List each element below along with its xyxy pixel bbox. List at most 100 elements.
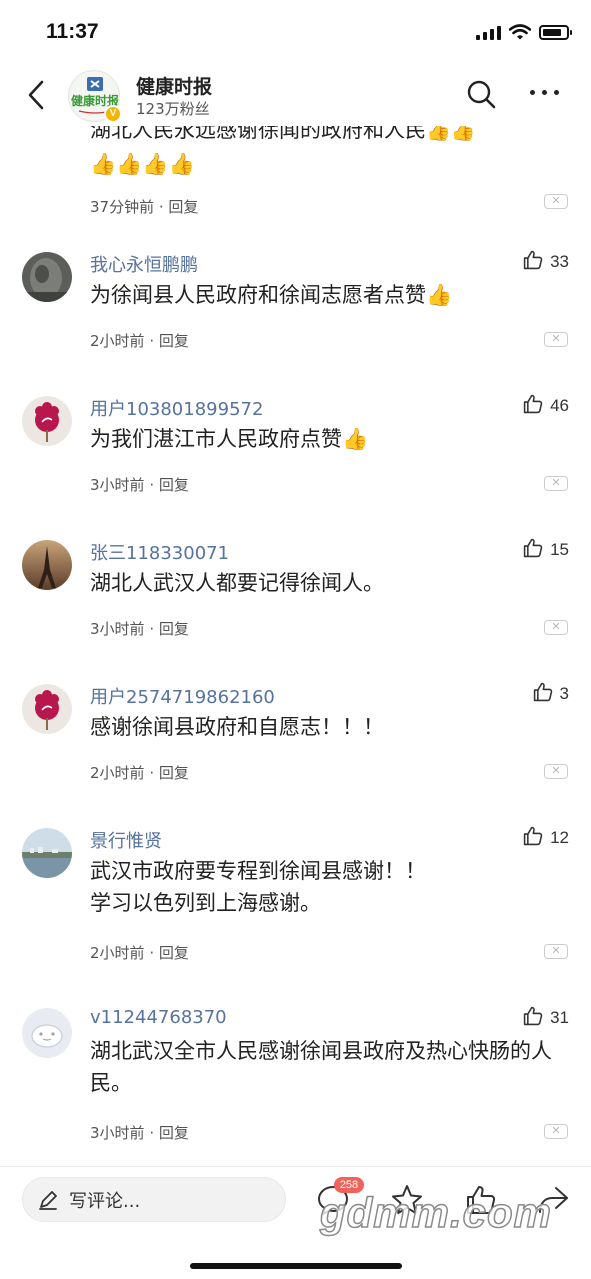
like-button[interactable]: 3 [532, 681, 569, 707]
verified-badge: V [104, 105, 122, 123]
user-avatar[interactable] [22, 684, 72, 734]
comment-time: 2小时前 [90, 764, 145, 782]
meta-separator: · [144, 476, 159, 494]
pencil-icon [39, 1190, 57, 1210]
user-avatar[interactable] [22, 540, 72, 590]
user-avatar[interactable] [22, 252, 72, 302]
like-count: 12 [550, 828, 569, 847]
user-avatar[interactable] [22, 1008, 72, 1058]
thumbs-up-icon [522, 1005, 544, 1031]
like-count: 46 [550, 396, 569, 415]
comment-input-placeholder: 写评论... [69, 1190, 141, 1212]
back-button[interactable] [22, 78, 52, 112]
home-indicator[interactable] [190, 1263, 402, 1269]
battery-icon [539, 24, 572, 40]
thumbs-up-icon [522, 249, 544, 275]
comment-input[interactable]: 写评论... [22, 1177, 286, 1222]
comment-time: 2小时前 [90, 332, 145, 350]
comment-text: 为我们湛江市人民政府点赞👍 [90, 427, 369, 451]
comment-time: 37分钟前 [90, 198, 155, 216]
meta-separator: · [154, 198, 169, 216]
comment-item: 我心永恒鹏鹏 33 为徐闻县人民政府和徐闻志愿者点赞👍 2小时前 · 回复 ✕ [0, 246, 591, 390]
status-time: 11:37 [46, 20, 99, 43]
wifi-icon [509, 24, 531, 40]
comment-username[interactable]: 用户2574719862160 [90, 683, 275, 709]
status-bar: 11:37 [0, 0, 591, 64]
comment-list: 湖北人民永远感谢徐闻的政府和人民👍👍 👍👍👍👍 37分钟前 · 回复 ✕ 我心永… [0, 126, 591, 1166]
comment-item: 张三118330071 15 湖北人武汉人都要记得徐闻人。 3小时前 · 回复 ✕ [0, 534, 591, 678]
search-icon[interactable] [466, 79, 496, 109]
dismiss-icon[interactable]: ✕ [544, 194, 568, 209]
user-avatar[interactable] [22, 828, 72, 878]
comment-text: 湖北武汉全市人民感谢徐闻县政府及热心快肠的人民。 [90, 1039, 552, 1095]
account-name[interactable]: 健康时报 [136, 72, 212, 99]
comment-username[interactable]: 我心永恒鹏鹏 [90, 251, 198, 277]
thumbs-up-icon [522, 393, 544, 419]
fans-count: 123万粉丝 [136, 100, 210, 118]
comment-meta: 3小时前 · 回复 [90, 618, 189, 639]
signal-icon [476, 25, 501, 40]
comment-item: 景行惟贤 12 武汉市政府要专程到徐闻县感谢！！ 学习以色列到上海感谢。 2小时前 ·… [0, 822, 591, 1002]
like-count: 15 [550, 540, 569, 559]
account-header: 健康时报 V 健康时报 123万粉丝 [0, 64, 591, 126]
comment-time: 2小时前 [90, 944, 145, 962]
reply-link[interactable]: 回复 [159, 476, 189, 494]
thumbs-up-icon [522, 825, 544, 851]
comment-meta: 3小时前 · 回复 [90, 1122, 189, 1143]
comment-time: 3小时前 [90, 620, 145, 638]
like-count: 3 [559, 684, 569, 703]
comment-item: 用户2574719862160 3 感谢徐闻县政府和自愿志！！！ 2小时前 · 回复 ✕ [0, 678, 591, 822]
comment-meta: 2小时前 · 回复 [90, 762, 189, 783]
meta-separator: · [144, 764, 159, 782]
like-button[interactable]: 46 [522, 393, 569, 419]
comment-text: 感谢徐闻县政府和自愿志！！！ [90, 715, 384, 739]
comment-emoji-line: 👍👍👍👍 [90, 152, 195, 176]
meta-separator: · [144, 332, 159, 350]
comment-username[interactable]: 用户103801899572 [90, 395, 263, 421]
comment-username[interactable]: v11244768370 [90, 1007, 227, 1028]
comment-item: v11244768370 31 湖北武汉全市人民感谢徐闻县政府及热心快肠的人民。 3小… [0, 1002, 591, 1166]
comment-item: 用户103801899572 46 为我们湛江市人民政府点赞👍 3小时前 · 回复 ✕ [0, 390, 591, 534]
comment-meta: 37分钟前 · 回复 [90, 196, 570, 217]
comment-meta: 2小时前 · 回复 [90, 942, 189, 963]
site-watermark: gdmm.com [319, 1188, 553, 1237]
like-count: 31 [550, 1008, 569, 1027]
reply-link[interactable]: 回复 [159, 944, 189, 962]
like-button[interactable]: 33 [522, 249, 569, 275]
reply-link[interactable]: 回复 [168, 198, 198, 216]
comment-count-badge: 258 [334, 1177, 364, 1193]
dismiss-icon[interactable]: ✕ [544, 476, 568, 491]
comment-time: 3小时前 [90, 1124, 145, 1142]
meta-separator: · [144, 620, 159, 638]
like-button[interactable]: 31 [522, 1005, 569, 1031]
dismiss-icon[interactable]: ✕ [544, 620, 568, 635]
status-icons [476, 24, 572, 40]
reply-link[interactable]: 回复 [159, 332, 189, 350]
share-icon[interactable] [536, 1183, 570, 1217]
more-options-icon[interactable] [530, 90, 562, 100]
dismiss-icon[interactable]: ✕ [544, 332, 568, 347]
reply-link[interactable]: 回复 [159, 764, 189, 782]
account-avatar[interactable]: 健康时报 V [68, 70, 122, 123]
like-icon[interactable] [464, 1183, 498, 1217]
user-avatar[interactable] [22, 396, 72, 446]
like-button[interactable]: 12 [522, 825, 569, 851]
comment-text: 为徐闻县人民政府和徐闻志愿者点赞👍 [90, 283, 453, 307]
comment-text: 湖北人民永远感谢徐闻的政府和人民👍👍 [90, 126, 476, 142]
thumbs-up-icon [532, 681, 554, 707]
star-icon[interactable] [390, 1183, 424, 1217]
reply-link[interactable]: 回复 [159, 620, 189, 638]
reply-link[interactable]: 回复 [159, 1124, 189, 1142]
comment-meta: 3小时前 · 回复 [90, 474, 189, 495]
comment-icon[interactable]: 258 [316, 1177, 364, 1217]
dismiss-icon[interactable]: ✕ [544, 1124, 568, 1139]
dismiss-icon[interactable]: ✕ [544, 944, 568, 959]
comment-username[interactable]: 景行惟贤 [90, 827, 162, 853]
comment-text: 武汉市政府要专程到徐闻县感谢！！ 学习以色列到上海感谢。 [90, 859, 426, 915]
meta-separator: · [144, 1124, 159, 1142]
comment-username[interactable]: 张三118330071 [90, 539, 229, 565]
meta-separator: · [144, 944, 159, 962]
comment-meta: 2小时前 · 回复 [90, 330, 189, 351]
like-button[interactable]: 15 [522, 537, 569, 563]
dismiss-icon[interactable]: ✕ [544, 764, 568, 779]
